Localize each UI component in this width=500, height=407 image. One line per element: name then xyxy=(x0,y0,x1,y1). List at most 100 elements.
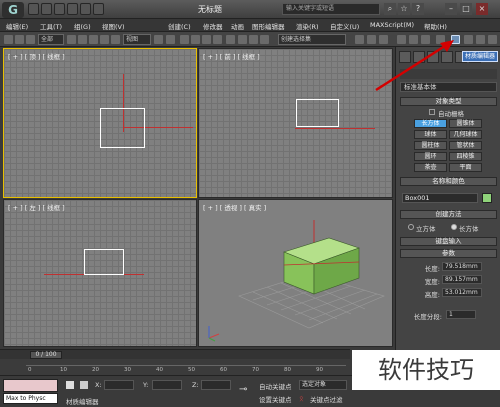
search-icon[interactable]: ⌕ xyxy=(384,3,396,15)
spinner-snap-icon[interactable] xyxy=(213,35,222,44)
viewport-label[interactable]: [ + ] [ 透视 ] [ 真实 ] xyxy=(203,202,266,212)
tube-button[interactable]: 管状体 xyxy=(449,141,482,150)
angle-snap-icon[interactable] xyxy=(191,35,200,44)
menu-customize[interactable]: 自定义(U) xyxy=(330,21,359,31)
menu-group[interactable]: 组(G) xyxy=(74,21,91,31)
new-file-icon[interactable] xyxy=(28,3,39,15)
viewport-top[interactable]: [ + ] [ 顶 ] [ 线框 ] xyxy=(3,48,197,198)
cylinder-button[interactable]: 圆柱体 xyxy=(414,141,447,150)
cube-radio[interactable] xyxy=(408,224,414,230)
selection-filter-dropdown[interactable]: 全部 xyxy=(38,34,64,45)
edit-named-selection-icon[interactable] xyxy=(226,35,235,44)
undo-icon[interactable] xyxy=(67,3,78,15)
viewport-perspective[interactable]: [ + ] [ 透视 ] [ 真实 ] xyxy=(198,199,393,347)
pyramid-button[interactable]: 四棱锥 xyxy=(449,152,482,161)
quick-render-icon[interactable] xyxy=(476,35,485,44)
auto-key-button[interactable]: 自动关键点 xyxy=(259,381,297,391)
object-type-rollout[interactable]: 对象类型 xyxy=(400,97,497,106)
geosphere-button[interactable]: 几何球体 xyxy=(449,130,482,139)
render-iterative-icon[interactable] xyxy=(488,35,497,44)
sphere-button[interactable]: 球体 xyxy=(414,130,447,139)
torus-button[interactable]: 圆环 xyxy=(414,152,447,161)
percent-snap-icon[interactable] xyxy=(202,35,211,44)
box-wireframe[interactable] xyxy=(296,99,339,127)
select-object-icon[interactable] xyxy=(67,35,76,44)
mirror-icon[interactable] xyxy=(238,35,247,44)
box-wireframe[interactable] xyxy=(84,249,124,275)
height-spinner[interactable]: 53.012mm xyxy=(442,288,482,297)
viewport-front[interactable]: [ + ] [ 前 ] [ 线框 ] xyxy=(198,48,393,198)
project-folder-icon[interactable] xyxy=(93,3,104,15)
viewport-label[interactable]: [ + ] [ 顶 ] [ 线框 ] xyxy=(8,51,65,61)
menu-modifiers[interactable]: 修改器 xyxy=(203,21,223,31)
time-slider-thumb[interactable]: 0 / 100 xyxy=(30,351,62,359)
box-wireframe[interactable] xyxy=(100,108,145,148)
object-color-swatch[interactable] xyxy=(482,193,492,203)
menu-animation[interactable]: 动画 xyxy=(231,21,244,31)
menu-rendering[interactable]: 渲染(R) xyxy=(296,21,319,31)
menu-views[interactable]: 视图(V) xyxy=(102,21,125,31)
set-key-button[interactable]: 设置关键点 xyxy=(259,394,297,404)
x-coord-field[interactable] xyxy=(104,380,134,390)
parameters-rollout[interactable]: 参数 xyxy=(400,249,497,258)
pivot-icon[interactable] xyxy=(154,35,163,44)
key-filters-button[interactable]: 关键点过滤 xyxy=(310,394,350,404)
keyboard-entry-rollout[interactable]: 键盘输入 xyxy=(400,237,497,246)
length-segs-spinner[interactable]: 1 xyxy=(446,310,476,319)
creation-method-rollout[interactable]: 创建方法 xyxy=(400,210,497,219)
box-radio[interactable] xyxy=(451,224,457,230)
redo-toolbar-icon[interactable] xyxy=(15,35,24,44)
length-spinner[interactable]: 79.518mm xyxy=(442,262,482,271)
track-bar[interactable]: 0 10 20 30 40 50 60 70 80 90 xyxy=(0,359,350,375)
render-frame-window-icon[interactable] xyxy=(464,35,473,44)
y-coord-field[interactable] xyxy=(152,380,182,390)
menu-graph-editors[interactable]: 图形编辑器 xyxy=(252,21,285,31)
undo-toolbar-icon[interactable] xyxy=(4,35,13,44)
named-selection-set-dropdown[interactable]: 创建选择集 xyxy=(278,34,346,45)
align-icon[interactable] xyxy=(249,35,258,44)
menu-edit[interactable]: 编辑(E) xyxy=(6,21,28,31)
manipulate-icon[interactable] xyxy=(166,35,175,44)
box-button[interactable]: 长方体 xyxy=(414,119,447,128)
plane-button[interactable]: 平面 xyxy=(449,163,482,172)
help-icon[interactable]: ? xyxy=(412,3,424,15)
viewport-left[interactable]: [ + ] [ 左 ] [ 线框 ] xyxy=(3,199,197,347)
minimize-button[interactable]: – xyxy=(445,3,457,15)
infocenter-icon[interactable]: ☆ xyxy=(398,3,410,15)
width-spinner[interactable]: 89.157mm xyxy=(442,275,482,284)
maximize-button[interactable]: □ xyxy=(460,3,472,15)
teapot-button[interactable]: 茶壶 xyxy=(414,163,447,172)
snap-toggle-icon[interactable] xyxy=(180,35,189,44)
key-icon[interactable]: ⊸ xyxy=(239,384,253,398)
menu-maxscript[interactable]: MAXScript(M) xyxy=(370,21,414,29)
rotate-icon[interactable] xyxy=(100,35,109,44)
time-slider[interactable]: 0 / 100 xyxy=(0,349,350,359)
open-file-icon[interactable] xyxy=(41,3,52,15)
menu-help[interactable]: 帮助(H) xyxy=(424,21,447,31)
viewport-label[interactable]: [ + ] [ 左 ] [ 线框 ] xyxy=(8,202,65,212)
layer-manager-icon[interactable] xyxy=(260,35,269,44)
selection-lock-icon[interactable] xyxy=(66,381,74,389)
redo-icon[interactable] xyxy=(80,3,91,15)
menu-tools[interactable]: 工具(T) xyxy=(40,21,62,31)
graphite-tools-icon[interactable] xyxy=(355,35,364,44)
absolute-mode-icon[interactable] xyxy=(80,381,88,389)
menu-create[interactable]: 创建(C) xyxy=(168,21,191,31)
maxscript-input[interactable]: Max to Physc xyxy=(3,393,58,404)
object-name-input[interactable]: Box001 xyxy=(402,193,478,203)
app-logo-icon[interactable]: G xyxy=(2,2,24,18)
close-button[interactable]: × xyxy=(476,3,488,15)
name-color-rollout[interactable]: 名称和颜色 xyxy=(400,177,497,186)
select-by-name-icon[interactable] xyxy=(78,35,87,44)
viewport-label[interactable]: [ + ] [ 前 ] [ 线框 ] xyxy=(203,51,260,61)
scale-icon[interactable] xyxy=(111,35,120,44)
link-icon[interactable] xyxy=(26,35,35,44)
key-filter-icon[interactable]: ᛟ xyxy=(299,394,307,403)
autogrid-checkbox[interactable] xyxy=(429,109,435,115)
reference-coord-dropdown[interactable]: 视图 xyxy=(123,34,151,45)
maxscript-listener-mini[interactable] xyxy=(3,379,58,392)
save-file-icon[interactable] xyxy=(54,3,65,15)
move-icon[interactable] xyxy=(89,35,98,44)
search-input[interactable]: 输入关键字或短语 xyxy=(282,3,380,15)
cone-button[interactable]: 圆锥体 xyxy=(449,119,482,128)
